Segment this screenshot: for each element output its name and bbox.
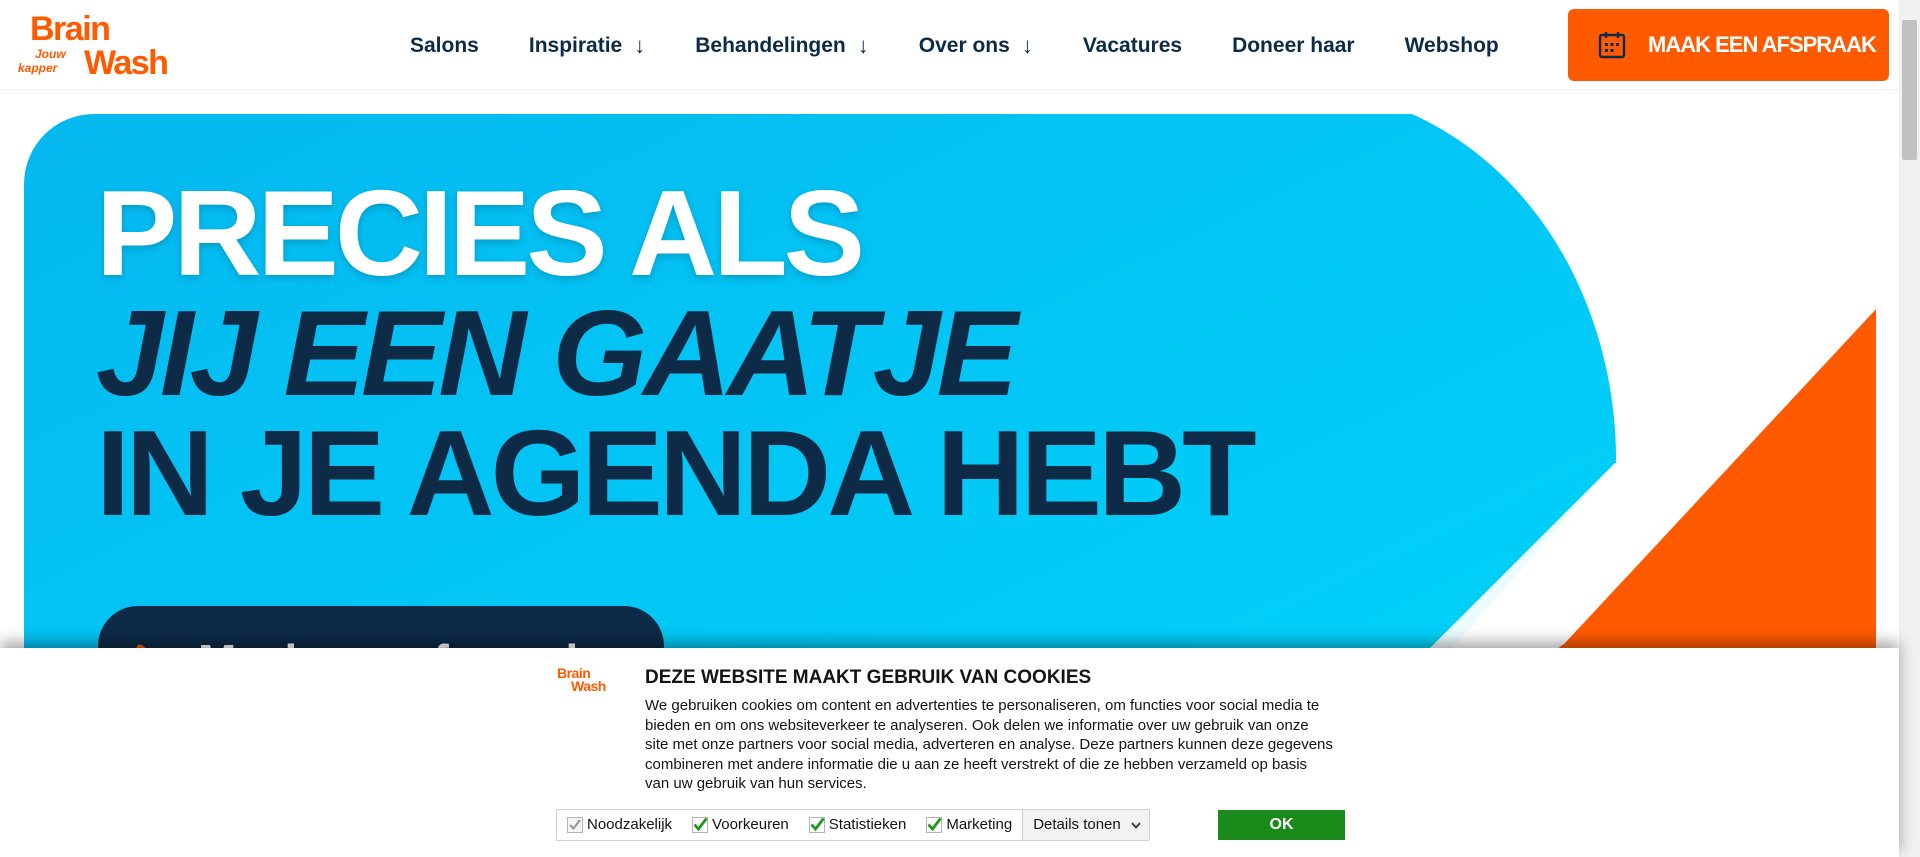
checkbox-checked-icon[interactable]: [808, 817, 825, 833]
cookie-banner: Brain Wash DEZE WEBSITE MAAKT GEBRUIK VA…: [0, 648, 1899, 857]
arrow-down-icon: ↓: [634, 33, 646, 58]
cookie-options: Noodzakelijk Voorkeuren Statistieken Mar…: [556, 809, 1150, 841]
nav-item-label: Over ons: [918, 34, 1010, 57]
make-appointment-label: MAAK EEN AFSPRAAK: [1648, 32, 1877, 57]
nav-item-label: Inspiratie: [528, 34, 623, 57]
cookie-brainwash-logo: Brain Wash: [557, 666, 617, 696]
nav-item-doneer-haar[interactable]: Doneer haar: [1232, 32, 1355, 60]
cookie-option-label: Statistieken: [828, 816, 907, 833]
calendar-icon: [1598, 32, 1626, 59]
logo-wash-text: Wash: [84, 44, 169, 82]
nav-item-label: Salons: [410, 34, 479, 57]
cookie-description: We gebruiken cookies om content en adver…: [645, 697, 1333, 792]
main-nav: Salons Inspiratie ↓ Behandelingen ↓ Over…: [410, 32, 1549, 60]
nav-item-over-ons[interactable]: Over ons ↓: [919, 32, 1033, 60]
cookie-option-statistieken[interactable]: Statistieken: [799, 816, 917, 834]
cookie-option-marketing[interactable]: Marketing: [916, 816, 1022, 834]
nav-item-salons[interactable]: Salons: [410, 32, 479, 60]
details-label: Details tonen: [1033, 816, 1121, 833]
nav-item-behandelingen[interactable]: Behandelingen ↓: [695, 32, 869, 60]
cookie-title: DEZE WEBSITE MAAKT GEBRUIK VAN COOKIES: [645, 667, 1092, 688]
scrollbar-thumb[interactable]: [1902, 20, 1917, 160]
logo-brain-text: Brain: [30, 10, 111, 48]
cookie-option-noodzakelijk[interactable]: Noodzakelijk: [557, 816, 682, 834]
checkbox-checked-icon[interactable]: [926, 817, 943, 833]
cookie-option-label: Voorkeuren: [712, 816, 789, 833]
cookie-option-label: Noodzakelijk: [587, 816, 673, 833]
hero-headline-line3: IN JE AGENDA HEBT: [96, 405, 1257, 541]
brainwash-logo[interactable]: Brain Jouw kapper Wash: [18, 10, 183, 82]
nav-item-inspiratie[interactable]: Inspiratie ↓: [529, 32, 645, 60]
site-header: Brain Jouw kapper Wash Salons Inspiratie…: [0, 0, 1899, 90]
logo-tagline-kapper: kapper: [18, 61, 58, 75]
nav-item-label: Vacatures: [1082, 34, 1183, 57]
checkbox-checked-disabled-icon[interactable]: [567, 817, 583, 833]
arrow-down-icon: ↓: [857, 33, 869, 58]
cookie-logo-wash: Wash: [571, 678, 606, 694]
nav-item-label: Webshop: [1404, 34, 1499, 57]
cookie-option-label: Marketing: [946, 816, 1013, 833]
chevron-down-icon: [1131, 822, 1141, 829]
nav-item-label: Doneer haar: [1232, 34, 1355, 57]
checkbox-checked-icon[interactable]: [692, 817, 709, 833]
page-scrollbar[interactable]: [1899, 0, 1920, 857]
nav-item-vacatures[interactable]: Vacatures: [1083, 32, 1182, 60]
nav-item-label: Behandelingen: [695, 34, 846, 57]
hero-headline-line1: PRECIES ALS: [96, 165, 865, 301]
make-appointment-button[interactable]: MAAK EEN AFSPRAAK: [1568, 9, 1889, 81]
logo-tagline-jouw: Jouw: [35, 47, 66, 61]
cookie-option-voorkeuren[interactable]: Voorkeuren: [682, 816, 799, 834]
hero-headline-line2: JIJ EEN GAATJE: [96, 285, 1018, 421]
details-toggle[interactable]: Details tonen: [1022, 810, 1149, 840]
arrow-down-icon: ↓: [1021, 33, 1033, 58]
nav-item-webshop[interactable]: Webshop: [1405, 32, 1499, 60]
cookie-ok-button[interactable]: OK: [1218, 810, 1345, 840]
